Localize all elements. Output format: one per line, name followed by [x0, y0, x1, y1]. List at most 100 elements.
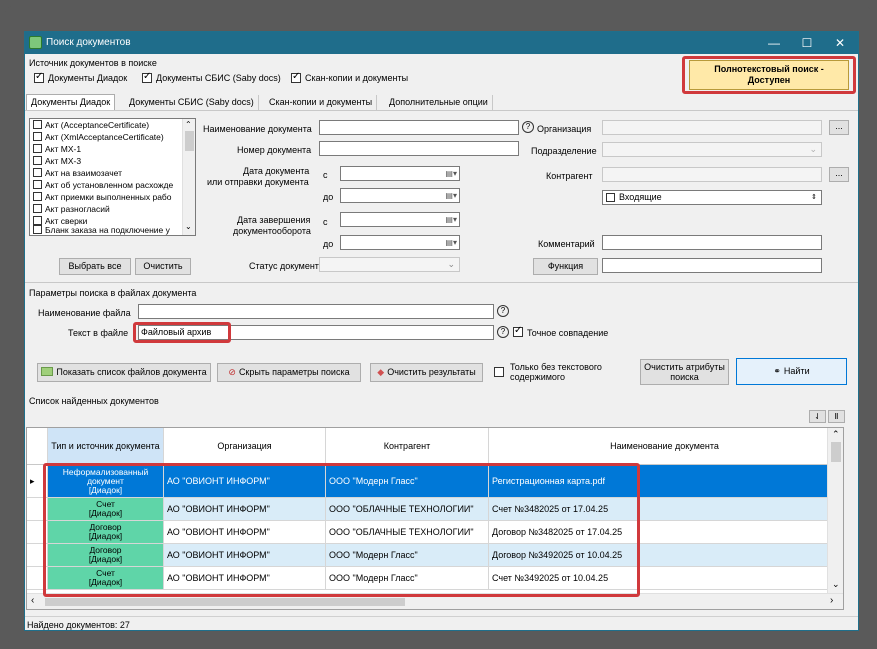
- counterparty-browse-button[interactable]: ...: [829, 167, 849, 182]
- subdivision-label: Подразделение: [531, 146, 597, 156]
- file-name-input[interactable]: [138, 304, 494, 319]
- col-header-doc-name[interactable]: Наименование документа: [489, 428, 841, 465]
- clear-list-button[interactable]: Очистить: [135, 258, 191, 275]
- diadok-checkbox[interactable]: [34, 71, 44, 83]
- spin-icon[interactable]: ⇕: [811, 191, 817, 204]
- diadok-checkbox-label: Документы Диадок: [48, 73, 128, 83]
- grid-vertical-scrollbar[interactable]: ⌃ ⌄: [827, 428, 843, 593]
- doc-name-help-icon[interactable]: ?: [522, 121, 534, 133]
- scroll-thumb[interactable]: [831, 442, 841, 462]
- organization-label: Организация: [537, 124, 592, 134]
- doc-type-list[interactable]: Акт (AcceptanceCertificate) Акт (XmlAcce…: [29, 118, 196, 236]
- doc-number-label: Номер документа: [237, 145, 312, 155]
- results-highlight: [43, 463, 640, 597]
- doc-date-from-input[interactable]: ▤▾: [340, 166, 460, 181]
- scroll-thumb[interactable]: [185, 131, 194, 151]
- scroll-left-icon[interactable]: ‹: [31, 595, 34, 606]
- doc-date-label-2: или отправки документа: [207, 177, 309, 187]
- list-item[interactable]: Акт МХ-1: [33, 144, 81, 156]
- hide-params-button[interactable]: ⊘ Скрыть параметры поиска: [217, 363, 361, 382]
- app-icon: [29, 36, 42, 49]
- incoming-select[interactable]: Входящие ⇕: [602, 190, 822, 205]
- subdivision-select[interactable]: ⌄: [602, 142, 822, 157]
- calendar-icon[interactable]: ▤▾: [445, 189, 457, 202]
- binoculars-icon: ⚭: [773, 366, 781, 376]
- row-header-corner: [27, 428, 48, 465]
- sbis-checkbox[interactable]: [142, 71, 152, 83]
- counterparty-input[interactable]: [602, 167, 822, 182]
- comment-label: Комментарий: [538, 239, 595, 249]
- list-item[interactable]: Акт на взаимозачет: [33, 168, 122, 180]
- maximize-button[interactable]: ☐: [791, 32, 823, 54]
- list-icon: [41, 367, 54, 376]
- doc-status-label: Статус документа: [249, 261, 324, 271]
- comment-input[interactable]: [602, 235, 822, 250]
- organization-browse-button[interactable]: ...: [829, 120, 849, 135]
- list-item[interactable]: Акт (AcceptanceCertificate): [33, 120, 149, 132]
- scroll-down-icon[interactable]: ⌄: [185, 222, 192, 231]
- title-bar: Поиск документов — ☐ ✕: [25, 32, 858, 54]
- exact-match-checkbox[interactable]: [513, 325, 523, 337]
- sort-icon[interactable]: ⇃: [809, 410, 826, 423]
- col-header-organization[interactable]: Организация: [164, 428, 326, 465]
- flow-end-from-input[interactable]: ▤▾: [340, 212, 460, 227]
- col-header-counterparty[interactable]: Контрагент: [326, 428, 489, 465]
- text-help-icon[interactable]: ?: [497, 326, 509, 338]
- list-item[interactable]: Акт МХ-3: [33, 156, 81, 168]
- scans-checkbox[interactable]: [291, 71, 301, 83]
- organization-input[interactable]: [602, 120, 822, 135]
- flow-end-to-input[interactable]: ▤▾: [340, 235, 460, 250]
- counterparty-label: Контрагент: [546, 171, 593, 181]
- search-window: Поиск документов — ☐ ✕ Источник документ…: [24, 31, 859, 631]
- file-name-help-icon[interactable]: ?: [497, 305, 509, 317]
- doc-date-from-label: с: [323, 170, 328, 180]
- list-item[interactable]: Акт об установленном расхожде: [33, 180, 173, 192]
- scroll-up-icon[interactable]: ⌃: [832, 429, 840, 440]
- calendar-icon[interactable]: ▤▾: [445, 167, 457, 180]
- flow-end-to-label: до: [323, 239, 334, 249]
- source-group-label: Источник документов в поиске: [29, 58, 157, 68]
- function-input[interactable]: [602, 258, 822, 273]
- screenshot-frame: Поиск документов — ☐ ✕ Источник документ…: [4, 4, 873, 645]
- list-item[interactable]: Акт приемки выполненных рабо: [33, 192, 172, 204]
- select-all-button[interactable]: Выбрать все: [59, 258, 131, 275]
- minimize-button[interactable]: —: [758, 32, 790, 54]
- incoming-checkbox[interactable]: [606, 193, 615, 202]
- show-files-button[interactable]: Показать список файлов документа: [37, 363, 211, 382]
- list-scrollbar[interactable]: ⌃ ⌄: [182, 119, 195, 235]
- tab-diadok[interactable]: Документы Диадок: [26, 94, 116, 110]
- find-button[interactable]: ⚭ Найти: [736, 358, 847, 385]
- scroll-thumb[interactable]: [45, 598, 405, 606]
- flow-end-from-label: с: [323, 217, 328, 227]
- doc-date-to-input[interactable]: ▤▾: [340, 188, 460, 203]
- function-button[interactable]: Функция: [533, 258, 598, 275]
- chevron-down-icon: ⌄: [447, 259, 455, 269]
- hide-icon: ⊘: [228, 367, 236, 377]
- tab-scans[interactable]: Скан-копии и документы: [265, 95, 378, 111]
- col-header-type[interactable]: Тип и источник документа: [48, 428, 164, 465]
- doc-number-input[interactable]: [319, 141, 519, 156]
- file-params-label: Параметры поиска в файлах документа: [29, 288, 197, 298]
- scroll-down-icon[interactable]: ⌄: [832, 579, 840, 590]
- tab-sbis[interactable]: Документы СБИС (Saby docs): [125, 95, 259, 111]
- calendar-icon[interactable]: ▤▾: [445, 213, 457, 226]
- chevron-down-icon: ⌄: [809, 144, 817, 154]
- scroll-up-icon[interactable]: ⌃: [185, 120, 192, 129]
- clear-attributes-button[interactable]: Очистить атрибуты поиска: [640, 359, 729, 385]
- flow-end-label-1: Дата завершения: [237, 215, 311, 225]
- list-item[interactable]: Акт разногласий: [33, 204, 110, 216]
- scroll-right-icon[interactable]: ›: [830, 595, 833, 606]
- no-text-label: Только без текстового содержимого: [510, 362, 602, 382]
- columns-icon[interactable]: Ⅱ: [828, 410, 845, 423]
- list-item[interactable]: Акт (XmlAcceptanceCertificate): [33, 132, 164, 144]
- list-item[interactable]: Бланк заказа на подключение у: [33, 225, 170, 235]
- no-text-checkbox[interactable]: [494, 367, 504, 377]
- doc-status-select[interactable]: ⌄: [319, 257, 460, 272]
- close-button[interactable]: ✕: [824, 32, 856, 54]
- clear-results-button[interactable]: ◆ Очистить результаты: [370, 363, 483, 382]
- scans-checkbox-label: Скан-копии и документы: [305, 73, 409, 83]
- sbis-checkbox-label: Документы СБИС (Saby docs): [156, 73, 281, 83]
- tab-extra-options[interactable]: Дополнительные опции: [385, 95, 493, 111]
- calendar-icon[interactable]: ▤▾: [445, 236, 457, 249]
- doc-name-input[interactable]: [319, 120, 519, 135]
